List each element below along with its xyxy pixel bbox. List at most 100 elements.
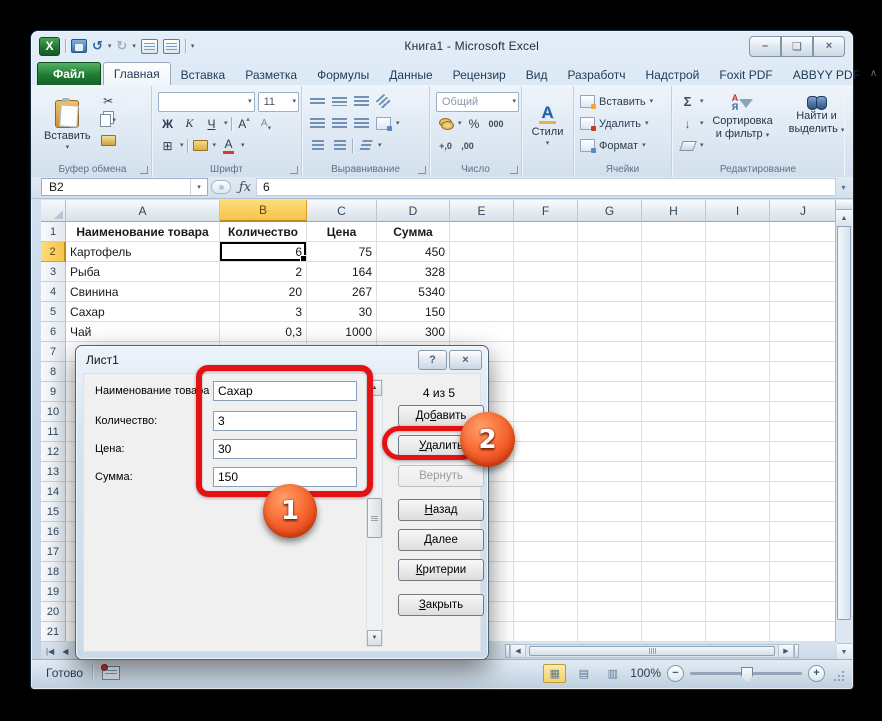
cell-I3[interactable] [706,262,770,282]
cell-H14[interactable] [642,482,706,502]
cell-G15[interactable] [578,502,642,522]
paste-button[interactable]: Вставить ▾ [38,90,97,161]
cell-I17[interactable] [706,542,770,562]
tab-layout[interactable]: Разметка [235,64,307,85]
align-bottom-button[interactable] [352,93,371,110]
cell-I7[interactable] [706,342,770,362]
cell-E6[interactable] [450,322,514,342]
cell-A6[interactable]: Чай [66,322,220,342]
cell-E3[interactable] [450,262,514,282]
view-page-break-button[interactable]: ▥ [601,664,624,683]
cell-H8[interactable] [642,362,706,382]
zoom-out-button[interactable]: − [667,665,684,682]
cell-J8[interactable] [770,362,837,382]
row-header-5[interactable]: 5 [41,302,66,322]
scroll-left-icon[interactable]: ◀ [510,644,526,658]
cell-J20[interactable] [770,602,837,622]
cell-F19[interactable] [514,582,578,602]
resize-grip[interactable] [833,670,846,683]
insert-cells-button[interactable]: Вставить▾ [580,92,669,111]
cell-H3[interactable] [642,262,706,282]
paste-dropdown-icon[interactable]: ▾ [66,144,70,151]
tab-developer[interactable]: Разработч [557,64,635,85]
find-select-button[interactable]: Найти и выделить ▾ [780,90,854,161]
row-header-4[interactable]: 4 [41,282,66,302]
tab-review[interactable]: Рецензир [443,64,516,85]
cell-J9[interactable] [770,382,837,402]
cell-H16[interactable] [642,522,706,542]
copy-button[interactable]: ▾ [99,112,118,129]
cell-J4[interactable] [770,282,837,302]
cell-F4[interactable] [514,282,578,302]
align-left-button[interactable] [308,115,327,132]
align-middle-button[interactable] [330,93,349,110]
cell-E2[interactable] [450,242,514,262]
autosum-button[interactable]: Σ [678,93,697,110]
cell-G2[interactable] [578,242,642,262]
tab-addins[interactable]: Надстрой [635,64,709,85]
cell-B4[interactable]: 20 [220,282,307,302]
cell-H5[interactable] [642,302,706,322]
dialog-button-next[interactable]: Далее [398,529,484,551]
cell-A1[interactable]: Наименование товара [66,222,220,242]
cell-F15[interactable] [514,502,578,522]
bold-button[interactable]: Ж [158,115,177,132]
fill-color-button[interactable] [191,137,210,154]
cell-C1[interactable]: Цена [307,222,377,242]
dialog-button-close[interactable]: Закрыть [398,594,484,616]
cell-A2[interactable]: Картофель [66,242,220,262]
dialog-button-criteria[interactable]: Критерии [398,559,484,581]
cell-H2[interactable] [642,242,706,262]
cell-A3[interactable]: Рыба [66,262,220,282]
format-cells-button[interactable]: Формат▾ [580,136,669,155]
cell-C2[interactable]: 75 [307,242,377,262]
cell-J19[interactable] [770,582,837,602]
zoom-in-button[interactable]: + [808,665,825,682]
tab-abbyy[interactable]: ABBYY PDF [783,64,870,85]
custom-qat-icon-1[interactable] [141,39,158,54]
row-header-8[interactable]: 8 [41,362,66,382]
horizontal-scrollbar-thumb[interactable] [529,646,775,656]
zoom-slider[interactable] [690,672,802,675]
cell-B2[interactable]: 6 [220,242,307,262]
cell-H20[interactable] [642,602,706,622]
row-header-15[interactable]: 15 [41,502,66,522]
cell-G21[interactable] [578,622,642,642]
row-header-7[interactable]: 7 [41,342,66,362]
col-header-E[interactable]: E [450,200,514,222]
cell-F14[interactable] [514,482,578,502]
cell-F1[interactable] [514,222,578,242]
cell-H11[interactable] [642,422,706,442]
cell-I12[interactable] [706,442,770,462]
row-header-20[interactable]: 20 [41,602,66,622]
cell-B1[interactable]: Количество [220,222,307,242]
italic-button[interactable]: К [180,115,199,132]
accounting-format-button[interactable] [436,115,455,132]
cell-A5[interactable]: Сахар [66,302,220,322]
cell-H1[interactable] [642,222,706,242]
cell-B5[interactable]: 3 [220,302,307,322]
cell-G6[interactable] [578,322,642,342]
row-header-14[interactable]: 14 [41,482,66,502]
custom-qat-icon-2[interactable] [163,39,180,54]
cell-G4[interactable] [578,282,642,302]
cell-F17[interactable] [514,542,578,562]
select-all-button[interactable] [41,200,66,222]
cell-J15[interactable] [770,502,837,522]
row-header-17[interactable]: 17 [41,542,66,562]
cut-button[interactable]: ✂ [99,92,118,109]
cell-G14[interactable] [578,482,642,502]
tab-formulas[interactable]: Формулы [307,64,379,85]
cell-H4[interactable] [642,282,706,302]
undo-dropdown-icon[interactable]: ▾ [108,43,112,50]
fill-button[interactable]: ↓ [678,115,697,132]
cell-H17[interactable] [642,542,706,562]
cell-J21[interactable] [770,622,837,642]
cell-J17[interactable] [770,542,837,562]
zoom-level[interactable]: 100% [630,666,661,680]
row-header-2[interactable]: 2 [41,242,66,262]
close-button[interactable]: × [813,36,845,57]
cell-I15[interactable] [706,502,770,522]
dialog-scrollbar-thumb[interactable] [367,498,382,538]
cell-J16[interactable] [770,522,837,542]
